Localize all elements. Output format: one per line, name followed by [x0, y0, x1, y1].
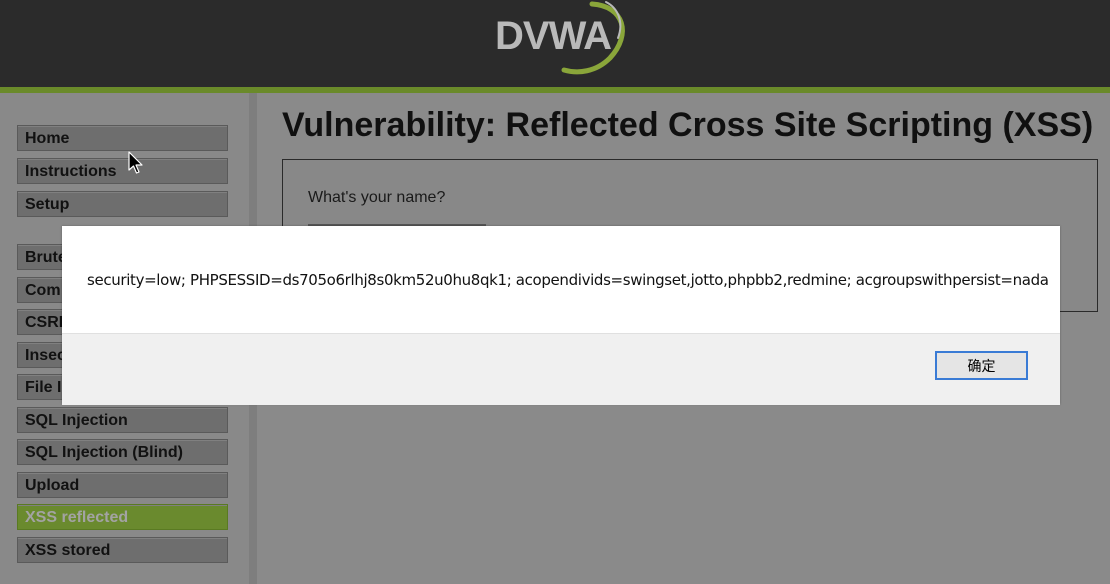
- sidebar-item-label: Insec: [25, 347, 66, 364]
- sidebar-item-upload[interactable]: Upload: [17, 472, 228, 498]
- alert-dialog: security=low; PHPSESSID=ds705o6rlhj8s0km…: [62, 226, 1060, 405]
- sidebar-item-label: XSS stored: [25, 542, 111, 559]
- mouse-cursor-icon: [128, 151, 143, 174]
- sidebar-item-label: SQL Injection: [25, 412, 128, 429]
- logo-swoosh-icon: [561, 1, 625, 75]
- sidebar-item-label: File I: [25, 379, 62, 396]
- sidebar-item-instructions[interactable]: Instructions: [17, 158, 228, 184]
- dialog-footer: [62, 333, 1060, 405]
- dvwa-logo[interactable]: DVWA: [492, 0, 632, 76]
- sidebar-item-xss-reflected[interactable]: XSS reflected: [17, 504, 228, 530]
- sidebar-item-label: Home: [25, 130, 70, 147]
- sidebar-item-label: Instructions: [25, 163, 117, 180]
- sidebar-item-label: Setup: [25, 196, 70, 213]
- dialog-message: security=low; PHPSESSID=ds705o6rlhj8s0km…: [87, 271, 1049, 289]
- sidebar-item-label: Com: [25, 282, 61, 299]
- page-title: Vulnerability: Reflected Cross Site Scri…: [282, 106, 1094, 144]
- sidebar-item-sql-injection[interactable]: SQL Injection: [17, 407, 228, 433]
- name-label: What's your name?: [308, 189, 446, 206]
- sidebar-item-xss-stored[interactable]: XSS stored: [17, 537, 228, 563]
- sidebar-item-setup[interactable]: Setup: [17, 191, 228, 217]
- sidebar-item-label: SQL Injection (Blind): [25, 444, 183, 461]
- sidebar-item-sql-injection-blind[interactable]: SQL Injection (Blind): [17, 439, 228, 465]
- sidebar-item-label: XSS reflected: [25, 509, 129, 526]
- sidebar-item-label: Brute: [25, 249, 67, 266]
- sidebar-item-label: Upload: [25, 477, 80, 494]
- sidebar-item-home[interactable]: Home: [17, 125, 228, 151]
- ok-button[interactable]: 确定: [935, 351, 1028, 380]
